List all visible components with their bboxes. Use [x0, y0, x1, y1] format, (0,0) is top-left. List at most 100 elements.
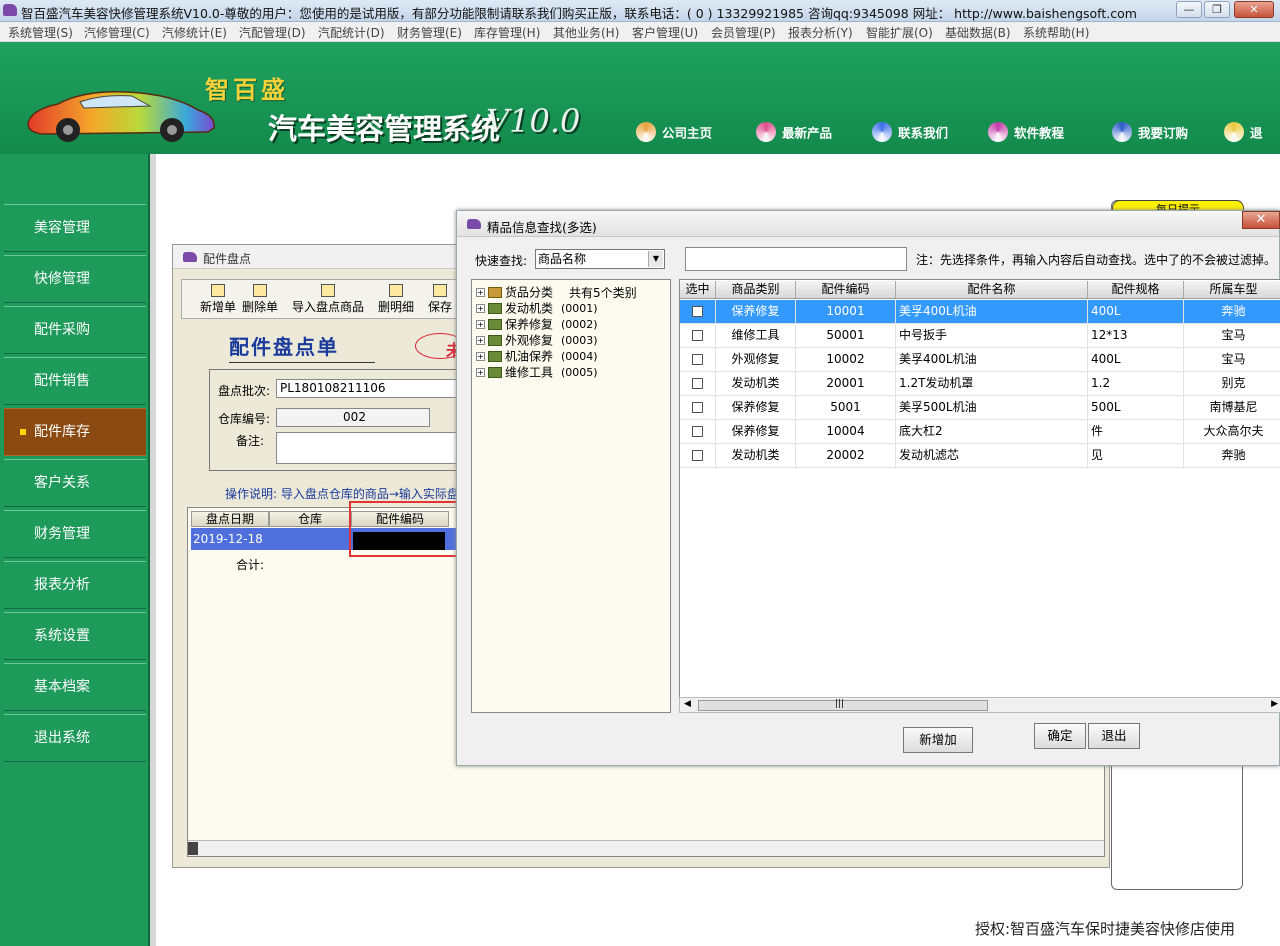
table-scrollbar[interactable]: ◀ ||| ▶ — [679, 697, 1280, 713]
select-checkbox[interactable] — [692, 426, 703, 437]
sidebar-item-8[interactable]: 系统设置 — [4, 612, 146, 660]
menu-item-4[interactable]: 汽配统计(D) — [318, 24, 385, 41]
menu-item-0[interactable]: 系统管理(S) — [8, 24, 73, 41]
menu-item-9[interactable]: 会员管理(P) — [711, 24, 776, 41]
ok-button[interactable]: 确定 — [1034, 723, 1086, 749]
column-header-1[interactable]: 商品类别 — [716, 281, 796, 299]
warehouse-field[interactable]: 002 — [276, 408, 430, 427]
sidebar-item-4[interactable]: 配件库存 — [4, 408, 146, 456]
delete-order-button[interactable]: 删除单 — [242, 284, 278, 315]
menu-item-11[interactable]: 智能扩展(O) — [866, 24, 933, 41]
grid-header-date[interactable]: 盘点日期 — [191, 511, 269, 527]
top-link-5[interactable]: 退 — [1224, 122, 1263, 144]
expand-icon[interactable]: + — [476, 352, 485, 361]
select-checkbox[interactable] — [692, 354, 703, 365]
grid-header-warehouse[interactable]: 仓库 — [269, 511, 351, 527]
select-checkbox[interactable] — [692, 306, 703, 317]
save-button[interactable]: 保存 — [428, 284, 452, 315]
menu-item-3[interactable]: 汽配管理(D) — [239, 24, 306, 41]
cell-model: 南博基尼 — [1209, 400, 1258, 414]
cell-model: 宝马 — [1221, 352, 1246, 366]
search-field-select[interactable]: 商品名称 ▼ — [535, 249, 665, 269]
cell-model: 奔驰 — [1221, 304, 1246, 318]
tree-node[interactable]: + 外观修复 (0003) — [476, 332, 598, 348]
column-header-3[interactable]: 配件名称 — [896, 281, 1088, 299]
column-header-2[interactable]: 配件编码 — [796, 281, 896, 299]
menu-item-10[interactable]: 报表分析(Y) — [788, 24, 853, 41]
exit-icon — [1224, 122, 1244, 142]
tree-root[interactable]: + 货品分类 共有5个类别 — [476, 284, 637, 300]
grid-scrollbar[interactable] — [188, 840, 1104, 856]
top-link-0[interactable]: 公司主页 — [636, 122, 712, 144]
menu-item-1[interactable]: 汽修管理(C) — [84, 24, 150, 41]
minimize-button[interactable]: — — [1176, 1, 1202, 18]
column-header-5[interactable]: 所属车型 — [1184, 281, 1280, 299]
column-header-4[interactable]: 配件规格 — [1088, 281, 1184, 299]
car-logo — [27, 91, 215, 142]
select-checkbox[interactable] — [692, 378, 703, 389]
select-checkbox[interactable] — [692, 450, 703, 461]
table-row[interactable]: 外观修复 10002 美孚400L机油 400L 宝马 — [680, 348, 1280, 372]
sidebar-item-1[interactable]: 快修管理 — [4, 255, 146, 303]
column-header-0[interactable]: 选中 — [680, 281, 716, 299]
expand-icon[interactable]: + — [476, 304, 485, 313]
save-icon — [433, 284, 447, 297]
select-checkbox[interactable] — [692, 402, 703, 413]
cell-name: 中号扳手 — [899, 328, 948, 342]
table-row[interactable]: 发动机类 20002 发动机滤芯 见 奔驰 — [680, 444, 1280, 468]
menu-item-2[interactable]: 汽修统计(E) — [162, 24, 227, 41]
cell-name: 1.2T发动机罩 — [899, 376, 974, 390]
top-link-4[interactable]: 我要订购 — [1112, 122, 1188, 144]
sidebar-item-7[interactable]: 报表分析 — [4, 561, 146, 609]
new-order-button[interactable]: 新增单 — [200, 284, 236, 315]
menu-item-6[interactable]: 库存管理(H) — [474, 24, 540, 41]
top-link-2[interactable]: 联系我们 — [872, 122, 948, 144]
tree-node[interactable]: + 机油保养 (0004) — [476, 348, 598, 364]
menu-item-12[interactable]: 基础数据(B) — [945, 24, 1011, 41]
import-goods-button[interactable]: 导入盘点商品 — [292, 284, 364, 315]
add-new-button[interactable]: 新增加 — [903, 727, 973, 753]
expand-icon[interactable]: + — [476, 368, 485, 377]
sidebar-item-10[interactable]: 退出系统 — [4, 714, 146, 762]
system-version: V10.0 — [486, 102, 581, 140]
close-button[interactable]: ✕ — [1234, 1, 1274, 18]
cell-spec: 件 — [1091, 424, 1104, 438]
expand-icon[interactable]: + — [476, 336, 485, 345]
table-row[interactable]: 保养修复 10001 美孚400L机油 400L 奔驰 — [680, 300, 1280, 324]
new-icon — [211, 284, 225, 297]
menu-item-7[interactable]: 其他业务(H) — [553, 24, 619, 41]
menu-item-5[interactable]: 财务管理(E) — [397, 24, 462, 41]
expand-icon[interactable]: + — [476, 288, 485, 297]
top-link-1[interactable]: 最新产品 — [756, 122, 832, 144]
expand-icon[interactable]: + — [476, 320, 485, 329]
search-input[interactable] — [685, 247, 907, 271]
sidebar-item-9[interactable]: 基本档案 — [4, 663, 146, 711]
sidebar-item-0[interactable]: 美容管理 — [4, 204, 146, 252]
select-checkbox[interactable] — [692, 330, 703, 341]
maximize-button[interactable]: ❐ — [1204, 1, 1230, 18]
scroll-right-icon[interactable]: ▶ — [1271, 699, 1278, 709]
sidebar-item-label: 财务管理 — [34, 526, 90, 542]
table-row[interactable]: 发动机类 20001 1.2T发动机罩 1.2 别克 — [680, 372, 1280, 396]
tree-node[interactable]: + 维修工具 (0005) — [476, 364, 598, 380]
sidebar-item-6[interactable]: 财务管理 — [4, 510, 146, 558]
delete-detail-button[interactable]: 删明细 — [378, 284, 414, 315]
tree-node[interactable]: + 发动机类 (0001) — [476, 300, 598, 316]
remark-field[interactable] — [276, 432, 476, 464]
category-icon — [488, 303, 502, 314]
top-link-3[interactable]: 软件教程 — [988, 122, 1064, 144]
sidebar-item-2[interactable]: 配件采购 — [4, 306, 146, 354]
menu-item-13[interactable]: 系统帮助(H) — [1023, 24, 1089, 41]
exit-button[interactable]: 退出 — [1088, 723, 1140, 749]
batch-field[interactable]: PL180108211106 — [276, 379, 476, 398]
table-row[interactable]: 保养修复 10004 底大杠2 件 大众高尔夫 — [680, 420, 1280, 444]
table-row[interactable]: 保养修复 5001 美孚500L机油 500L 南博基尼 — [680, 396, 1280, 420]
sidebar-item-3[interactable]: 配件销售 — [4, 357, 146, 405]
dialog-close-button[interactable]: ✕ — [1242, 211, 1280, 229]
menu-item-8[interactable]: 客户管理(U) — [632, 24, 698, 41]
table-row[interactable]: 维修工具 50001 中号扳手 12*13 宝马 — [680, 324, 1280, 348]
sidebar-item-5[interactable]: 客户关系 — [4, 459, 146, 507]
tree-node[interactable]: + 保养修复 (0002) — [476, 316, 598, 332]
scroll-left-icon[interactable]: ◀ — [684, 699, 691, 709]
scroll-thumb[interactable]: ||| — [698, 699, 988, 711]
